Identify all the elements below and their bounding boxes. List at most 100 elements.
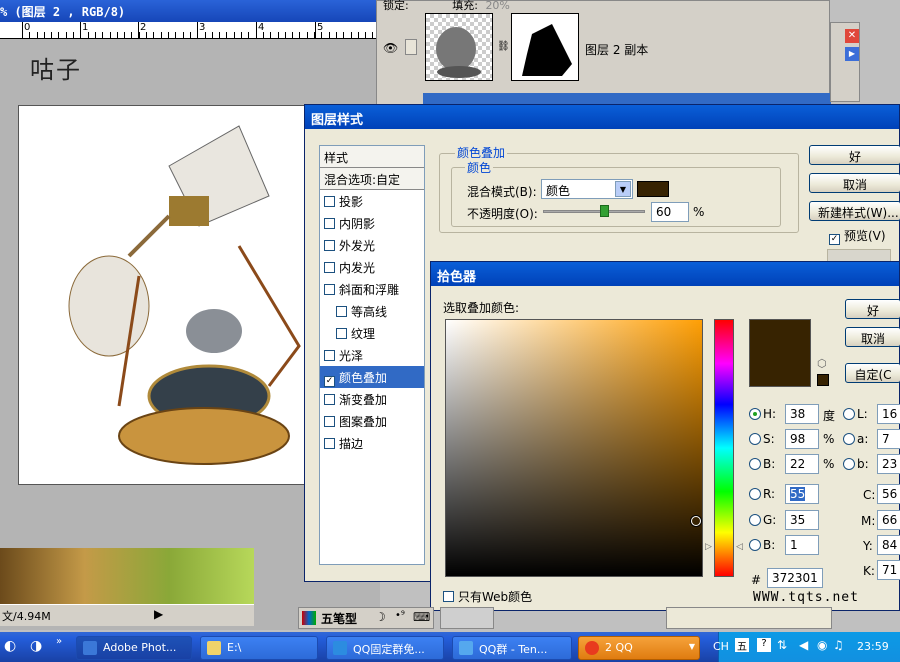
cancel-button[interactable]: 取消 [809,173,900,193]
document-title-bar[interactable]: % (图层 2 , RGB/8) [0,0,380,22]
style-item[interactable]: 描边 [320,432,424,454]
opacity-slider-thumb[interactable] [600,205,610,217]
close-icon[interactable]: ✕ [845,29,859,43]
ime-tray-icon[interactable]: 五 [735,638,749,653]
style-item[interactable]: 样式 [320,146,424,168]
language-indicator[interactable]: CH [713,640,729,653]
web-safe-cube-icon[interactable]: ⬡ [817,357,827,370]
new-style-button[interactable]: 新建样式(W)... [809,201,900,221]
help-icon[interactable]: ? [757,638,771,652]
network-icon[interactable]: ⇅ [777,638,787,652]
radio-brightness[interactable] [749,458,761,470]
ime-logo-icon[interactable] [302,611,316,625]
overlay-color-swatch[interactable] [637,181,669,197]
checkbox-icon[interactable]: ✓ [829,234,840,245]
web-safe-color-swatch[interactable] [817,374,829,386]
radio-red[interactable] [749,488,761,500]
style-item[interactable]: 外发光 [320,234,424,256]
red-input[interactable]: 55 [785,484,819,504]
black-input[interactable]: 71 [877,560,900,580]
checkbox-icon[interactable] [324,284,335,295]
radio-blue[interactable] [749,539,761,551]
yellow-input[interactable]: 84 [877,535,900,555]
checkbox-icon[interactable] [324,394,335,405]
radio-lab-b[interactable] [843,458,855,470]
hue-input[interactable]: 38 [785,404,819,424]
style-item[interactable]: 纹理 [320,322,424,344]
image-canvas[interactable] [18,105,310,485]
hue-slider-right-arrow-icon[interactable]: ◁ [736,542,743,552]
layer-thumbnail[interactable] [425,13,493,81]
taskbar-item-qq-group[interactable]: QQ群 - Ten... [452,636,572,660]
back-arrow-icon[interactable]: ◀ [799,638,808,652]
blend-mode-select[interactable]: 颜色 ▼ [541,179,633,199]
checkbox-icon[interactable] [324,218,335,229]
taskbar-item-qq-group-free[interactable]: QQ固定群免... [326,636,444,660]
taskbar-item-photoshop[interactable]: Adobe Phot... [76,636,192,660]
checkbox-icon[interactable] [336,306,347,317]
color-selector-circle[interactable] [691,516,701,526]
layer-style-title-bar[interactable]: 图层样式 [305,105,899,129]
volume-icon[interactable]: ♫ [833,638,844,652]
layer-link-icon[interactable] [405,39,417,55]
radio-green[interactable] [749,514,761,526]
blue-input[interactable]: 1 [785,535,819,555]
custom-button[interactable]: 自定(C [845,363,900,383]
style-item[interactable]: 内发光 [320,256,424,278]
qq-tray-icon[interactable]: ◉ [817,638,827,652]
saturation-brightness-field[interactable] [445,319,703,577]
layer-name[interactable]: 图层 2 副本 [585,41,648,58]
moon-icon[interactable]: ☽ [375,610,386,624]
taskbar-item-explorer[interactable]: E:\ [200,636,318,660]
checkbox-icon[interactable] [443,591,454,602]
checkbox-icon[interactable] [324,350,335,361]
hue-slider-left-arrow-icon[interactable]: ▷ [705,542,712,552]
checkbox-icon[interactable] [324,262,335,273]
chevron-down-icon[interactable]: ▼ [689,642,695,651]
radio-hue[interactable] [749,408,761,420]
eye-icon[interactable]: 👁 [383,41,398,55]
green-input[interactable]: 35 [785,510,819,530]
radio-lightness[interactable] [843,408,855,420]
panel-menu-icon[interactable]: ▶ [845,47,859,61]
style-item[interactable]: 光泽 [320,344,424,366]
opacity-slider-track[interactable] [543,210,645,213]
style-item[interactable]: 内阴影 [320,212,424,234]
ok-button[interactable]: 好 [809,145,900,165]
checkbox-icon[interactable] [336,328,347,339]
color-picker-title-bar[interactable]: 拾色器 [431,262,899,286]
style-item[interactable]: 斜面和浮雕 [320,278,424,300]
checkbox-icon[interactable] [324,196,335,207]
style-item[interactable]: 混合选项:自定 [320,168,424,190]
taskbar-item-qq[interactable]: 2 QQ ▼ [578,636,700,660]
hue-slider[interactable] [714,319,734,577]
layer-mask-thumbnail[interactable] [511,13,579,81]
checkbox-icon[interactable]: ✓ [324,376,335,387]
web-only-checkbox[interactable]: 只有Web颜色 [443,588,532,605]
lab-l-input[interactable]: 16 [877,404,900,424]
lab-b-input[interactable]: 23 [877,454,900,474]
brightness-input[interactable]: 22 [785,454,819,474]
checkbox-icon[interactable] [324,240,335,251]
style-item[interactable]: 投影 [320,190,424,212]
cancel-button[interactable]: 取消 [845,327,900,347]
checkbox-icon[interactable] [324,416,335,427]
quicklaunch-ie-icon[interactable]: ◐ [4,638,16,654]
magenta-input[interactable]: 66 [877,510,900,530]
chevron-down-icon[interactable]: ▼ [615,181,631,197]
opacity-input[interactable]: 60 [651,202,689,222]
quicklaunch-expand-icon[interactable]: » [56,636,62,647]
style-item[interactable]: ✓ 颜色叠加 [320,366,424,388]
quicklaunch-desktop-icon[interactable]: ◑ [30,638,42,654]
radio-saturation[interactable] [749,433,761,445]
style-item[interactable]: 图案叠加 [320,410,424,432]
radio-lab-a[interactable] [843,433,855,445]
style-item[interactable]: 等高线 [320,300,424,322]
punctuation-icon[interactable]: •⁹ [395,610,405,621]
checkbox-icon[interactable] [324,438,335,449]
saturation-input[interactable]: 98 [785,429,819,449]
lab-a-input[interactable]: 7 [877,429,900,449]
fill-value[interactable]: 20% [485,0,509,12]
hex-input[interactable]: 372301 [767,568,823,588]
cyan-input[interactable]: 56 [877,484,900,504]
